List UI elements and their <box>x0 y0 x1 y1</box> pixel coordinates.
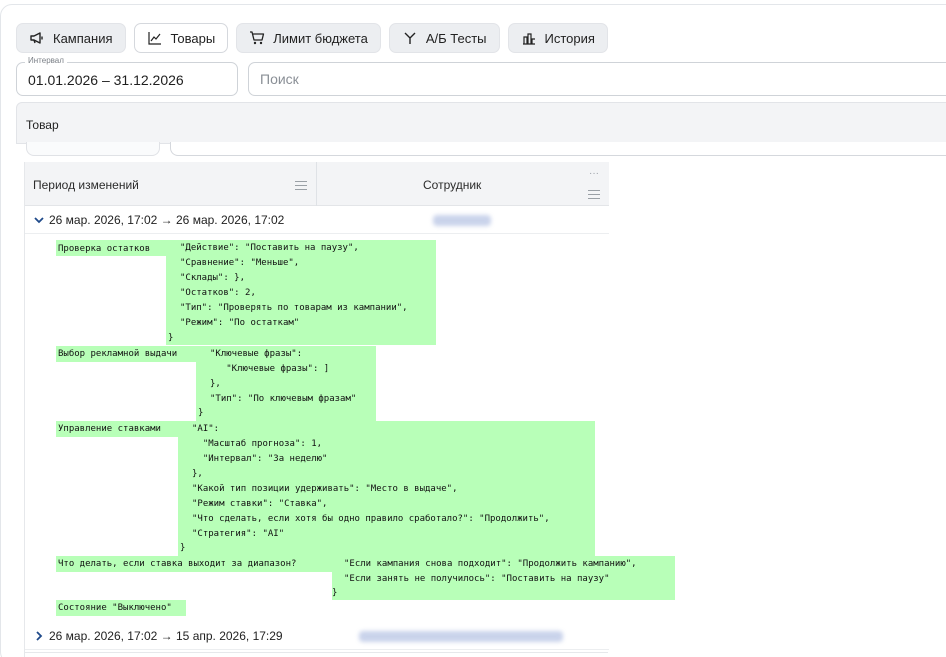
change-brace: } <box>332 588 338 598</box>
tab-label: Кампания <box>53 30 113 46</box>
chevron-down-icon[interactable] <box>33 214 45 226</box>
tab-ab-tests[interactable]: А/Б Тесты <box>388 23 500 53</box>
change-line: "Склады": }, <box>180 273 246 283</box>
change-brace: } <box>180 543 186 553</box>
tab-bar: Кампания Товары Лимит бюджета А/Б Тесты … <box>16 23 608 53</box>
tab-label: История <box>544 30 595 46</box>
tab-label: Лимит бюджета <box>273 30 368 46</box>
change-label-state: Состояние "Выключено" <box>58 603 172 613</box>
table-row[interactable]: 26 мар. 2026, 17:02 → 15 апр. 2026, 17:2… <box>25 622 609 650</box>
change-brace: } <box>168 333 174 343</box>
change-line: "Стратегия": "AI" <box>192 529 285 539</box>
split-icon <box>402 30 418 46</box>
change-line: "Действие": "Поставить на паузу", <box>180 243 359 253</box>
change-line: "Ключевые фразы": ] <box>210 364 330 374</box>
change-line: "Масштаб прогноза": 1, <box>192 439 323 449</box>
change-line: "Тип": "Проверять по товарам из кампании… <box>180 303 408 313</box>
tab-label: Товары <box>170 30 216 46</box>
column-menu-icon[interactable] <box>588 190 600 199</box>
table-row[interactable]: 26 мар. 2026, 17:02 → 26 мар. 2026, 17:0… <box>25 206 609 234</box>
interval-value: 01.01.2026 – 31.12.2026 <box>28 72 184 88</box>
change-line: "Тип": "По ключевым фразам" <box>210 394 357 404</box>
grid-bottom-border <box>24 652 608 653</box>
cart-icon <box>249 30 265 46</box>
tab-campaign[interactable]: Кампания <box>16 23 126 53</box>
change-line: "Если кампания снова подходит": "Продолж… <box>344 559 637 569</box>
row-period: 26 мар. 2026, 17:02 → 26 мар. 2026, 17:0… <box>49 213 285 227</box>
search-input[interactable] <box>248 62 946 96</box>
tab-history[interactable]: История <box>507 23 608 53</box>
interval-field[interactable]: Интервал 01.01.2026 – 31.12.2026 <box>16 56 238 96</box>
change-line: "Если занять не получилось": "Поставить … <box>344 574 610 584</box>
change-label-bids: Управление ставками <box>58 424 161 434</box>
grid-header: Период изменений Сотрудник ··· <box>25 162 609 206</box>
change-label-ad: Выбор рекламной выдачи <box>58 349 178 359</box>
interval-label: Интервал <box>25 56 67 65</box>
change-line: "Интервал": "За неделю" <box>192 454 328 464</box>
tab-products[interactable]: Товары <box>133 23 229 53</box>
partially-hidden-button[interactable] <box>26 142 160 156</box>
history-icon <box>521 30 537 46</box>
tab-budget-limit[interactable]: Лимит бюджета <box>236 23 381 53</box>
column-menu-icon[interactable] <box>295 181 307 190</box>
change-line: "Остатков": 2, <box>180 288 256 298</box>
change-line: }, <box>210 379 221 389</box>
employee-name-blurred <box>433 215 491 226</box>
change-line: "Режим": "По остаткам" <box>180 318 300 328</box>
change-label-stock: Проверка остатков <box>58 244 151 254</box>
column-header-period[interactable]: Период изменений <box>25 162 317 206</box>
change-label-range: Что делать, если ставка выходит за диапа… <box>58 559 297 569</box>
column-title: Сотрудник <box>423 178 482 192</box>
row-period: 26 мар. 2026, 17:02 → 15 апр. 2026, 17:2… <box>49 629 283 643</box>
change-line: "AI": <box>192 424 220 434</box>
more-icon[interactable]: ··· <box>589 168 599 179</box>
column-title: Период изменений <box>33 178 139 192</box>
change-line: "Что сделать, если хотя бы одно правило … <box>192 514 550 524</box>
partially-hidden-input[interactable] <box>170 142 946 156</box>
line-chart-icon <box>147 30 163 46</box>
employee-name-blurred <box>359 631 563 642</box>
change-line: "Какой тип позиции удерживать": "Место в… <box>192 484 458 494</box>
change-line: "Ключевые фразы": <box>210 349 303 359</box>
change-line: "Режим ставки": "Ставка", <box>192 499 328 509</box>
megaphone-icon <box>29 30 45 46</box>
change-line: "Сравнение": "Меньше", <box>180 258 300 268</box>
product-section-header[interactable]: Товар <box>16 102 946 144</box>
change-line: }, <box>192 469 203 479</box>
tab-label: А/Б Тесты <box>425 30 487 46</box>
change-brace: } <box>198 408 204 418</box>
section-title: Товар <box>26 118 59 132</box>
chevron-right-icon[interactable] <box>33 630 45 642</box>
